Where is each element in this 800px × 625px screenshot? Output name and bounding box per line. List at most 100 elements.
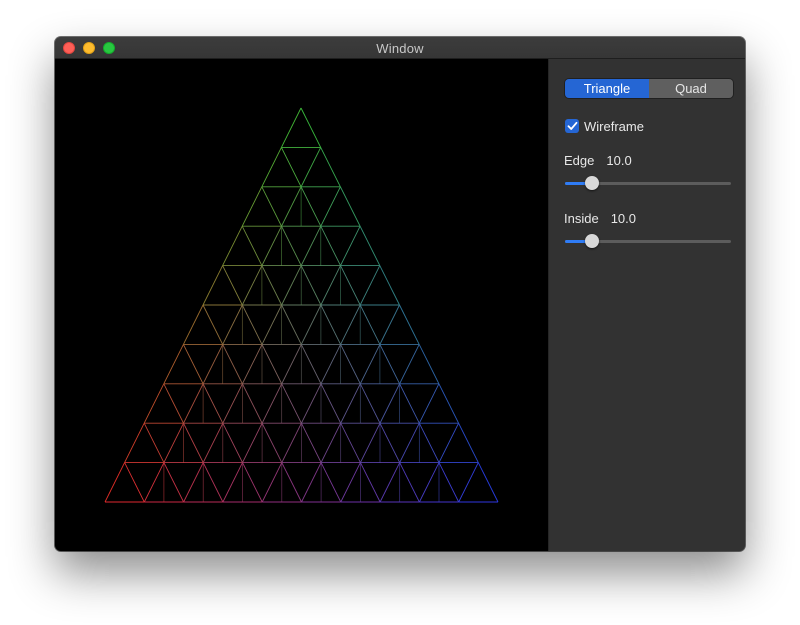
- mesh-edge: [241, 186, 263, 227]
- mesh-edge: [340, 462, 361, 503]
- mesh-edge: [379, 304, 400, 345]
- edge-slider[interactable]: [565, 173, 731, 193]
- checkmark-icon: [567, 121, 577, 130]
- mesh-edge: [281, 186, 302, 227]
- mesh-edge: [359, 422, 381, 463]
- mesh-edge: [222, 225, 243, 266]
- inside-slider[interactable]: [565, 231, 731, 251]
- mesh-edge: [202, 422, 224, 463]
- mesh-edge: [261, 186, 282, 227]
- inside-label: Inside: [564, 211, 599, 226]
- mesh-edge: [359, 304, 381, 345]
- inside-label-row: Inside 10.0: [564, 211, 636, 226]
- mesh-edge: [320, 383, 342, 424]
- mesh-edge: [261, 462, 283, 503]
- mesh-edge: [241, 344, 263, 385]
- mesh-edge: [261, 422, 283, 463]
- mesh-edge: [281, 422, 302, 463]
- mesh-edge: [280, 147, 302, 188]
- mesh-edge: [202, 265, 224, 306]
- mesh-edge: [242, 462, 263, 503]
- mesh-edge: [222, 304, 243, 345]
- mesh-edge: [163, 462, 185, 503]
- mesh-edge: [340, 383, 361, 424]
- segment-triangle[interactable]: Triangle: [565, 79, 649, 98]
- app-window: Window Triangle Quad Wireframe Edge 10.0: [55, 37, 745, 551]
- shape-segmented-control[interactable]: Triangle Quad: [565, 79, 733, 98]
- mesh-edge: [300, 304, 322, 345]
- mesh-edge: [182, 304, 204, 345]
- mesh-edge: [300, 265, 322, 306]
- mesh-edge: [458, 422, 479, 463]
- mesh-edge: [222, 383, 243, 424]
- mesh-edge: [280, 107, 302, 148]
- wireframe-label: Wireframe: [584, 118, 644, 134]
- mesh-edge: [202, 304, 224, 345]
- mesh-edge: [379, 383, 401, 424]
- mesh-edge: [281, 304, 302, 345]
- mesh-edge: [399, 344, 420, 385]
- mesh-edge: [241, 225, 263, 266]
- mesh-edge: [340, 344, 361, 385]
- mesh-edge: [399, 422, 420, 463]
- mesh-edge: [320, 344, 342, 385]
- mesh-edge: [477, 462, 499, 503]
- mesh-edge: [143, 383, 165, 424]
- mesh-edge: [418, 344, 440, 385]
- mesh-edge: [320, 186, 341, 227]
- mesh-edge: [183, 383, 204, 424]
- inside-slider-thumb[interactable]: [584, 234, 599, 248]
- mesh-edge: [340, 304, 361, 345]
- mesh-edge: [320, 147, 341, 188]
- mesh-edge: [301, 462, 322, 503]
- mesh-edge: [163, 383, 184, 424]
- mesh-edge: [261, 265, 283, 306]
- mesh-edge: [418, 462, 440, 503]
- mesh-edge: [202, 383, 224, 424]
- mesh-edge: [320, 462, 342, 503]
- mesh-edge: [339, 186, 361, 227]
- render-viewport[interactable]: [55, 59, 548, 551]
- edge-label: Edge: [564, 153, 595, 168]
- segment-quad[interactable]: Quad: [649, 79, 733, 98]
- mesh-edge: [281, 462, 302, 503]
- mesh-edge: [399, 304, 420, 345]
- edge-slider-thumb[interactable]: [584, 176, 599, 190]
- mesh-edge: [359, 383, 381, 424]
- mesh-edge: [300, 186, 322, 227]
- mesh-edge: [124, 422, 145, 463]
- mesh-edge: [202, 344, 224, 385]
- inside-value: 10.0: [610, 211, 637, 226]
- mesh-edge: [241, 383, 263, 424]
- title-bar[interactable]: Window: [55, 37, 745, 59]
- edge-value: 10.0: [606, 153, 632, 168]
- mesh-edge: [438, 383, 460, 424]
- mesh-edge: [458, 462, 479, 503]
- mesh-edge: [379, 422, 401, 463]
- mesh-edge: [222, 462, 243, 503]
- settings-panel: Triangle Quad Wireframe Edge 10.0 Inside…: [548, 59, 745, 551]
- mesh-edge: [261, 304, 283, 345]
- mesh-edge: [300, 107, 322, 148]
- mesh-edge: [340, 225, 361, 266]
- mesh-edge: [320, 422, 342, 463]
- mesh-edge: [222, 344, 243, 385]
- mesh-edge: [261, 147, 282, 188]
- mesh-edge: [261, 225, 282, 266]
- mesh-edge: [300, 344, 322, 385]
- mesh-edge: [241, 304, 263, 345]
- mesh-edge: [359, 265, 381, 306]
- mesh-edge: [320, 225, 341, 266]
- mesh-edge: [241, 265, 263, 306]
- mesh-edge: [418, 383, 440, 424]
- mesh-edge: [438, 462, 460, 503]
- mesh-edge: [222, 422, 243, 463]
- mesh-edge: [143, 462, 165, 503]
- mesh-edge: [379, 344, 401, 385]
- mesh-edge: [143, 422, 165, 463]
- tessellated-triangle-mesh: [104, 107, 499, 503]
- mesh-edge: [340, 422, 361, 463]
- mesh-edge: [320, 304, 342, 345]
- wireframe-row[interactable]: Wireframe: [565, 118, 644, 134]
- wireframe-checkbox[interactable]: [565, 119, 579, 133]
